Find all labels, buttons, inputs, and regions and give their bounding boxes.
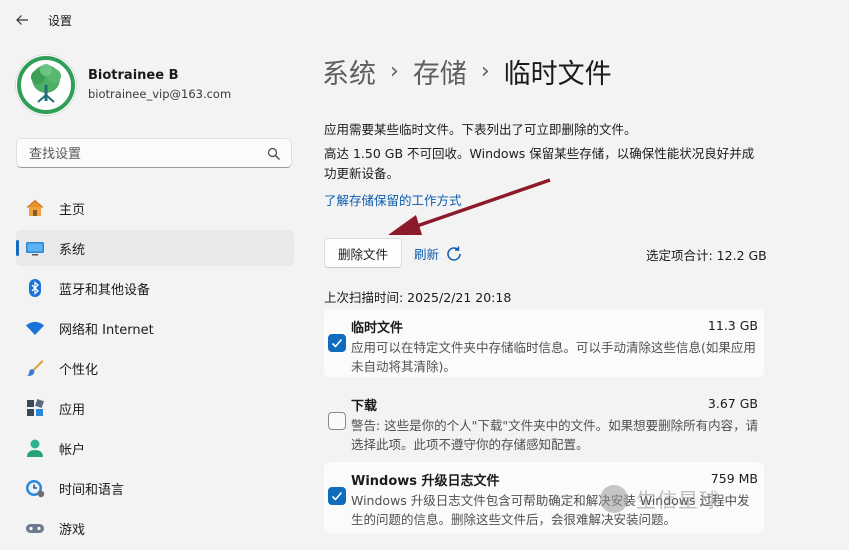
sidebar-item-gaming[interactable]: 游戏 <box>16 510 294 546</box>
sidebar-item-label: 系统 <box>59 242 86 258</box>
list-item: 临时文件 11.3 GB 应用可以在特定文件夹中存储临时信息。可以手动清除这些信… <box>324 309 764 377</box>
home-icon <box>25 198 45 218</box>
file-size: 3.67 GB <box>707 396 758 411</box>
sidebar-item-label: 个性化 <box>59 362 99 378</box>
last-scan-time: 上次扫描时间: 2025/2/21 20:18 <box>324 290 512 305</box>
checkbox-windows-upgrade-logs[interactable] <box>328 487 346 505</box>
breadcrumb-system[interactable]: 系统 <box>322 52 376 91</box>
sidebar-item-label: 蓝牙和其他设备 <box>59 282 151 298</box>
watermark-logo-icon <box>600 484 628 513</box>
gamepad-icon <box>25 518 45 538</box>
file-desc: 警告: 这些是你的个人"下载"文件夹中的文件。如果想要删除所有内容，请选择此项。… <box>351 418 759 452</box>
selected-total: 选定项合计: 12.2 GB <box>646 248 767 263</box>
file-name: Windows 升级日志文件 <box>351 474 500 489</box>
breadcrumb-separator: › <box>390 59 399 84</box>
page-title: 临时文件 <box>503 59 612 90</box>
apps-icon <box>25 398 45 418</box>
back-arrow-icon <box>16 15 28 25</box>
breadcrumb-storage[interactable]: 存储 <box>413 52 467 91</box>
sidebar-nav: 主页 系统 蓝牙和其他设备 网络和 Internet 个性化 应用 帐户 时间和… <box>16 190 294 550</box>
breadcrumb-separator: › <box>480 59 490 84</box>
back-button[interactable] <box>8 8 36 32</box>
list-item: 下载 3.67 GB 警告: 这些是你的个人"下载"文件夹中的文件。如果想要删除… <box>324 387 764 455</box>
tree-logo-icon <box>17 56 75 114</box>
file-name: 下载 <box>351 399 378 414</box>
sidebar-item-accounts[interactable]: 帐户 <box>16 430 294 466</box>
sidebar-item-apps[interactable]: 应用 <box>16 390 294 426</box>
checkbox-temporary-files[interactable] <box>328 334 346 352</box>
checkbox-downloads[interactable] <box>328 412 346 430</box>
user-email: biotrainee_vip@163.com <box>88 87 232 101</box>
sidebar-item-label: 网络和 Internet <box>59 322 154 338</box>
file-desc: 应用可以在特定文件夹中存储临时信息。可以手动清除这些信息(如果应用未自动将其清除… <box>351 340 756 374</box>
system-icon <box>25 238 45 258</box>
brush-icon <box>25 358 45 378</box>
refresh-label: 刷新 <box>414 247 440 262</box>
sidebar-item-network[interactable]: 网络和 Internet <box>16 310 294 346</box>
annotation-arrow-icon <box>388 178 551 235</box>
sidebar-item-time-language[interactable]: 时间和语言 <box>16 470 294 506</box>
sidebar-item-label: 游戏 <box>59 522 86 538</box>
sidebar-item-bluetooth[interactable]: 蓝牙和其他设备 <box>16 270 294 306</box>
sidebar-item-home[interactable]: 主页 <box>16 190 294 226</box>
sidebar-item-label: 时间和语言 <box>59 482 125 498</box>
refresh-button[interactable]: 刷新 <box>414 244 463 263</box>
sidebar-item-system[interactable]: 系统 <box>16 230 294 266</box>
sidebar-item-personalization[interactable]: 个性化 <box>16 350 294 386</box>
file-size: 11.3 GB <box>707 318 758 333</box>
sidebar-item-label: 应用 <box>59 402 86 418</box>
watermark: 生信星球 <box>600 484 720 513</box>
search-input[interactable] <box>27 144 261 164</box>
wifi-icon <box>25 318 45 338</box>
breadcrumb: 系统 › 存储 › 临时文件 <box>322 52 612 91</box>
watermark-text: 生信星球 <box>636 488 720 512</box>
account-icon <box>25 438 45 458</box>
refresh-icon <box>447 246 461 261</box>
search-icon[interactable] <box>267 147 281 161</box>
clock-globe-icon <box>25 478 45 498</box>
checkmark-icon <box>331 338 343 348</box>
search-box[interactable] <box>16 138 292 168</box>
bluetooth-icon <box>25 278 45 298</box>
sidebar-item-label: 主页 <box>59 202 86 218</box>
checkmark-icon <box>331 491 343 501</box>
file-name: 临时文件 <box>351 321 404 336</box>
sidebar-item-label: 帐户 <box>59 442 86 458</box>
description-text: 应用需要某些临时文件。下表列出了可立即删除的文件。 <box>324 122 637 137</box>
user-name: Biotrainee B <box>88 68 179 83</box>
app-title: 设置 <box>48 14 73 28</box>
avatar[interactable] <box>16 55 76 115</box>
